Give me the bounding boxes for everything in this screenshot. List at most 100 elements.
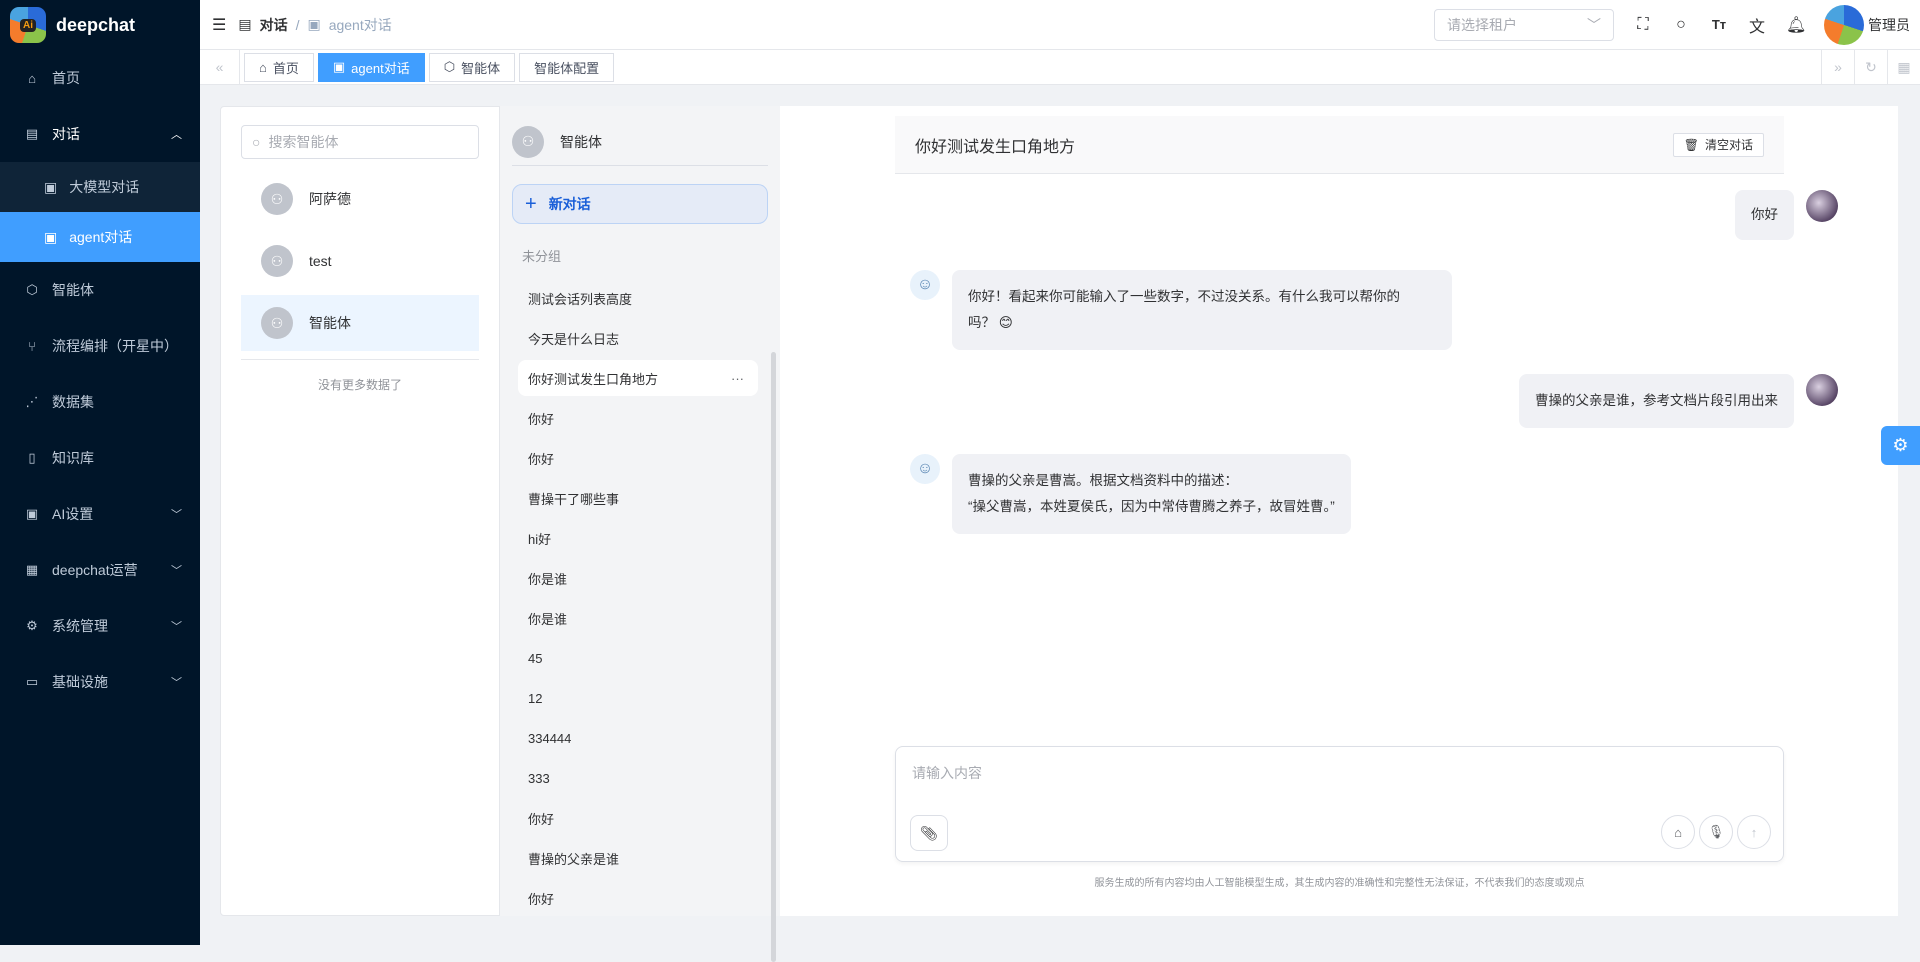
home-icon: ⌂ xyxy=(259,59,267,75)
avatar xyxy=(1824,4,1864,45)
conversation-item[interactable]: 曹操的父亲是谁 xyxy=(518,840,758,876)
settings-panel-icon: ▣ xyxy=(25,506,39,521)
trash-icon: 🗑︎ xyxy=(1683,137,1699,152)
conversation-item[interactable]: 你好 xyxy=(518,880,758,916)
robot-icon: ▣ xyxy=(307,16,321,32)
conversation-item[interactable]: hi好 xyxy=(518,520,758,556)
disclaimer: 服务生成的所有内容均由人工智能模型生成，其生成内容的准确性和完整性无法保证，不代… xyxy=(1094,878,1585,889)
breadcrumb: ▤ 对话 / ▣ agent对话 xyxy=(238,15,392,35)
chevron-down-icon: ﹀ xyxy=(171,509,182,521)
breadcrumb-item[interactable]: 对话 xyxy=(260,15,288,35)
conversation-item[interactable]: 曹操干了哪些事 xyxy=(518,480,758,516)
tab-agent-config[interactable]: 智能体配置 xyxy=(519,52,615,82)
user-menu[interactable]: 管理员 xyxy=(1824,4,1910,45)
agent-item[interactable]: ⚇ 阿萨德 xyxy=(241,171,479,227)
conversation-item[interactable]: 你好 xyxy=(518,800,758,836)
no-more-data: 没有更多数据了 xyxy=(241,359,479,393)
search-icon[interactable]: ○ xyxy=(1672,16,1690,34)
group-label: 未分组 xyxy=(522,249,562,264)
chevron-down-icon: ﹀ xyxy=(1587,16,1601,33)
conversation-item[interactable]: 12 xyxy=(518,680,758,716)
bell-icon[interactable]: 🔔︎ xyxy=(1786,15,1806,35)
conversation-item[interactable]: 你是谁 xyxy=(518,560,758,596)
send-button[interactable]: ↑ xyxy=(1737,815,1771,849)
sidebar-item-operations[interactable]: ▦ deepchat运营 ﹀ xyxy=(0,542,200,598)
settings-float-button[interactable]: ⚙ xyxy=(1881,426,1920,465)
tab-agent-chat[interactable]: ▣ agent对话 xyxy=(317,52,425,82)
breadcrumb-current: agent对话 xyxy=(328,16,392,33)
gear-icon: ⚙ xyxy=(1892,435,1909,455)
sidebar-item-agents[interactable]: ⬡ 智能体 xyxy=(0,262,200,318)
gear-icon: ⚙ xyxy=(26,618,38,633)
sidebar-item-llm-chat[interactable]: ▣ 大模型对话 xyxy=(0,162,200,212)
translate-icon[interactable]: 文 xyxy=(1748,13,1766,37)
user-avatar xyxy=(1806,190,1838,222)
logo-icon: Ai xyxy=(10,7,46,43)
conversation-panel: ⚇ 智能体 + 新对话 未分组 测试会话列表高度 今天是什么日志 你好测试发生口角地方 ·… xyxy=(500,106,780,962)
fullscreen-icon[interactable]: ⛶ xyxy=(1634,16,1652,34)
robot-icon: ▣ xyxy=(332,59,346,74)
font-size-icon[interactable]: Tт xyxy=(1710,17,1728,32)
refresh-icon[interactable]: ↻ xyxy=(1854,49,1887,85)
tab-agents[interactable]: ⬡ 智能体 xyxy=(428,52,516,82)
message-input[interactable]: 请输入内容 📎︎ ⌂ 🎙︎ ↑ xyxy=(895,746,1784,862)
sidebar-item-knowledge[interactable]: ▯ 知识库 xyxy=(0,430,200,486)
conversation-item[interactable]: 45 xyxy=(518,640,758,676)
agent-search-input[interactable]: ○ 搜索智能体 xyxy=(241,125,479,159)
clear-chat-button[interactable]: 🗑︎ 清空对话 xyxy=(1672,132,1764,157)
scroll-left-icon[interactable]: « xyxy=(200,49,240,85)
tab-home[interactable]: ⌂ 首页 xyxy=(244,52,314,82)
conversation-item[interactable]: 你好 xyxy=(518,440,758,476)
new-chat-button[interactable]: + 新对话 xyxy=(512,184,768,224)
bot-message: ☺ 你好！看起来你可能输入了一些数字，不过没关系。有什么我可以帮你的 吗？ 😊 xyxy=(910,270,1452,350)
grid-icon: ▦ xyxy=(25,562,39,577)
search-icon: ○ xyxy=(252,134,261,150)
paperclip-icon[interactable]: 📎︎ xyxy=(910,815,948,851)
sidebar-item-agent-chat[interactable]: ▣ agent对话 xyxy=(0,212,200,262)
app-logo[interactable]: Ai deepchat xyxy=(0,0,200,50)
conversation-item[interactable]: 你好 xyxy=(518,400,758,436)
conversation-item[interactable]: 你好测试发生口角地方 ··· xyxy=(518,360,758,396)
robot-icon: ▣ xyxy=(44,228,58,245)
user-avatar xyxy=(1806,374,1838,406)
microphone-icon[interactable]: 🎙︎ xyxy=(1699,815,1733,849)
agent-item[interactable]: ⚇ test xyxy=(241,233,479,289)
menu-toggle-icon[interactable]: ☰ xyxy=(212,15,226,35)
branch-icon: ⑂ xyxy=(28,338,36,354)
chat-header: 你好测试发生口角地方 🗑︎ 清空对话 xyxy=(895,116,1784,174)
conversation-item[interactable]: 333 xyxy=(518,760,758,796)
conversation-item[interactable]: 今天是什么日志 xyxy=(518,320,758,356)
chip-icon: ⬡ xyxy=(443,59,456,74)
app-name: deepchat xyxy=(56,14,136,35)
sidebar-item-system[interactable]: ⚙ 系统管理 ﹀ xyxy=(0,598,200,654)
user-icon: ⚇ xyxy=(512,125,544,158)
user-message: 曹操的父亲是谁，参考文档片段引用出来 xyxy=(1519,374,1838,428)
top-header: ☰ ▤ 对话 / ▣ agent对话 请选择租户 ﹀ ⛶ ○ Tт 文 🔔︎ 管理员 xyxy=(200,0,1920,50)
scroll-right-icon[interactable]: » xyxy=(1821,49,1854,85)
chart-icon: ⋰ xyxy=(25,394,39,409)
conversation-item[interactable]: 测试会话列表高度 xyxy=(518,280,758,316)
robot-icon: ▣ xyxy=(44,178,58,195)
bot-avatar: ☺ xyxy=(910,454,940,484)
scrollbar[interactable] xyxy=(771,352,776,962)
more-icon[interactable]: ··· xyxy=(731,371,744,386)
sidebar-item-workflow[interactable]: ⑂ 流程编排（开星中） xyxy=(0,318,200,374)
agent-list-panel: ○ 搜索智能体 ⚇ 阿萨德 ⚇ test ⚇ 智能体 没有更多数据了 xyxy=(220,106,500,916)
sidebar-item-ai-settings[interactable]: ▣ AI设置 ﹀ xyxy=(0,486,200,542)
sidebar: Ai deepchat ⌂ 首页 ▤ 对话 ︿ ▣ 大模型对话 ▣ agent对话 ⬡ 智能… xyxy=(0,0,200,945)
chevron-down-icon: ﹀ xyxy=(171,677,182,689)
book-icon: ▯ xyxy=(28,450,36,465)
grid-menu-icon[interactable]: ▦ xyxy=(1887,49,1920,85)
tenant-select[interactable]: 请选择租户 ﹀ xyxy=(1434,8,1614,41)
conversation-item[interactable]: 你是谁 xyxy=(518,600,758,636)
chevron-down-icon: ﹀ xyxy=(171,565,182,577)
clean-icon[interactable]: ⌂ xyxy=(1661,815,1695,849)
user-icon: ⚇ xyxy=(261,245,293,277)
agent-item[interactable]: ⚇ 智能体 xyxy=(241,295,479,351)
sidebar-item-infra[interactable]: ▭ 基础设施 ﹀ xyxy=(0,654,200,710)
sidebar-item-chat[interactable]: ▤ 对话 ︿ xyxy=(0,106,200,162)
sidebar-item-home[interactable]: ⌂ 首页 xyxy=(0,50,200,106)
plus-icon: + xyxy=(525,192,537,215)
sidebar-item-dataset[interactable]: ⋰ 数据集 xyxy=(0,374,200,430)
conversation-item[interactable]: 334444 xyxy=(518,720,758,756)
